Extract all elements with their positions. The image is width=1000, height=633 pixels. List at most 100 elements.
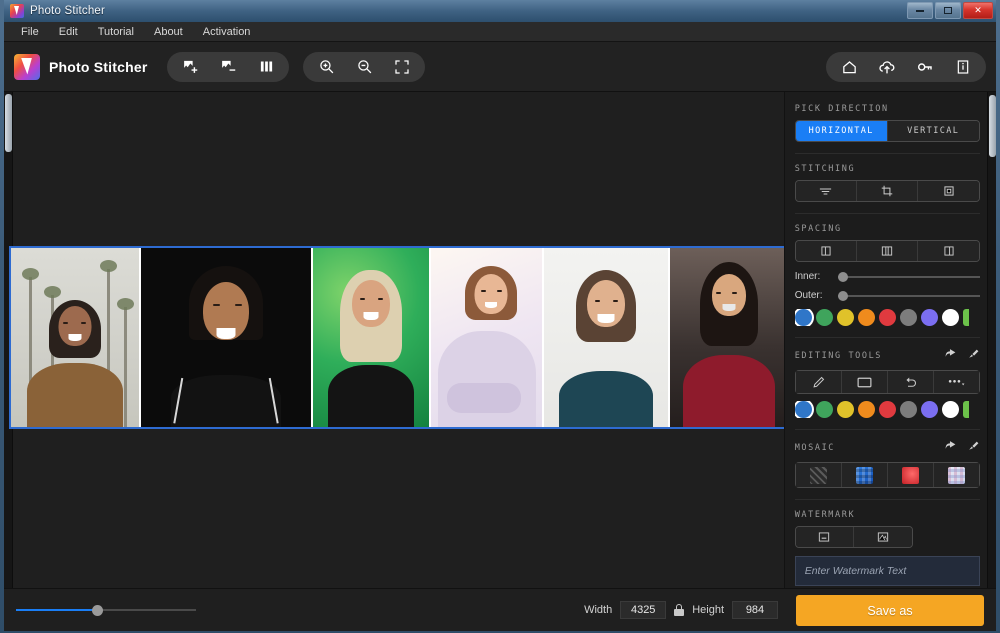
more-options-icon[interactable]	[933, 371, 979, 393]
clear-brush-icon[interactable]	[967, 348, 980, 364]
canvas-area[interactable]	[4, 92, 788, 588]
color-swatch[interactable]	[815, 401, 833, 418]
outer-spacing-slider[interactable]	[837, 290, 980, 301]
red-blur-icon[interactable]	[887, 463, 934, 487]
undo-tool-icon[interactable]	[887, 371, 934, 393]
color-swatch[interactable]	[878, 401, 896, 418]
color-swatch[interactable]	[857, 401, 875, 418]
rectangle-tool-icon[interactable]	[841, 371, 888, 393]
menu-tutorial[interactable]: Tutorial	[89, 24, 143, 40]
spacing-label: SPACING	[795, 224, 980, 234]
menu-file[interactable]: File	[12, 24, 48, 40]
list-item[interactable]	[311, 248, 429, 427]
cloud-upload-icon[interactable]	[868, 54, 906, 80]
divider	[794, 337, 980, 338]
list-item[interactable]	[542, 248, 668, 427]
color-swatch[interactable]	[794, 401, 812, 418]
undo-arrow-icon[interactable]	[944, 440, 957, 456]
add-image-icon[interactable]	[171, 54, 209, 80]
menu-about[interactable]: About	[145, 24, 192, 40]
color-swatch[interactable]	[815, 309, 833, 326]
zoom-out-icon[interactable]	[345, 54, 383, 80]
remove-image-icon[interactable]	[209, 54, 247, 80]
pen-tool-icon[interactable]	[795, 371, 842, 393]
width-value[interactable]: 4325	[620, 601, 667, 619]
color-swatch[interactable]	[941, 309, 959, 326]
color-swatch[interactable]	[920, 309, 938, 326]
fit-screen-icon[interactable]	[383, 54, 421, 80]
watermark-text-input[interactable]	[794, 556, 980, 586]
pick-direction-segmented: HORIZONTAL VERTICAL	[794, 120, 980, 142]
watermark-image-icon[interactable]	[854, 527, 912, 547]
color-swatch[interactable]	[962, 401, 969, 418]
direction-horizontal-button[interactable]: HORIZONTAL	[795, 121, 888, 141]
clear-brush-icon[interactable]	[967, 440, 980, 456]
brand: Photo Stitcher	[14, 53, 147, 80]
watermark-text-icon[interactable]	[795, 527, 855, 547]
divider	[794, 499, 980, 500]
color-swatch[interactable]	[857, 309, 875, 326]
document-info-icon[interactable]	[944, 54, 982, 80]
spacing-center-icon[interactable]	[857, 241, 919, 261]
list-item[interactable]	[429, 248, 542, 427]
lock-icon[interactable]	[674, 604, 685, 616]
panel-vertical-scrollbar[interactable]	[987, 92, 996, 588]
color-swatch[interactable]	[836, 309, 854, 326]
key-icon[interactable]	[906, 54, 944, 80]
list-item[interactable]	[668, 248, 788, 427]
zoom-slider[interactable]	[16, 603, 196, 617]
color-swatch[interactable]	[941, 401, 959, 418]
crop-frame-icon[interactable]	[857, 181, 919, 201]
expand-frame-icon[interactable]	[918, 181, 979, 201]
save-as-button[interactable]: Save as	[796, 595, 984, 626]
spacing-right-icon[interactable]	[918, 241, 979, 261]
menu-edit[interactable]: Edit	[50, 24, 87, 40]
grid-view-icon[interactable]	[247, 54, 285, 80]
light-pixelate-icon[interactable]	[933, 463, 979, 487]
scrollbar-thumb[interactable]	[989, 95, 996, 157]
mosaic-options	[794, 462, 980, 488]
list-item[interactable]	[139, 248, 311, 427]
color-swatch[interactable]	[920, 401, 938, 418]
editing-tools-options	[794, 370, 980, 394]
direction-vertical-button[interactable]: VERTICAL	[887, 121, 979, 141]
color-swatch[interactable]	[899, 401, 917, 418]
scrollbar-thumb[interactable]	[5, 94, 12, 152]
color-swatch[interactable]	[899, 309, 917, 326]
color-swatch[interactable]	[878, 309, 896, 326]
spacing-left-icon[interactable]	[795, 241, 858, 261]
color-swatch[interactable]	[836, 401, 854, 418]
width-label: Width	[584, 604, 613, 616]
section-title: EDITING TOOLS	[794, 351, 883, 361]
home-icon[interactable]	[830, 54, 868, 80]
slider-knob[interactable]	[92, 605, 103, 616]
section-title: WATERMARK	[794, 510, 856, 520]
inner-spacing-slider[interactable]	[837, 271, 980, 282]
height-value[interactable]: 984	[732, 601, 778, 619]
maximize-button[interactable]	[935, 2, 961, 19]
stitched-image-strip[interactable]	[9, 246, 788, 429]
menu-activation[interactable]: Activation	[194, 24, 260, 40]
stitching-options	[794, 180, 980, 202]
hatch-pattern-icon[interactable]	[795, 463, 842, 487]
window-controls: ✕	[907, 2, 993, 19]
list-item[interactable]	[11, 248, 139, 427]
minimize-button[interactable]	[907, 2, 933, 19]
align-lines-icon[interactable]	[795, 181, 858, 201]
watermark-options	[794, 526, 913, 548]
account-tools-group	[826, 52, 986, 82]
color-swatch[interactable]	[962, 309, 969, 326]
slider-knob[interactable]	[837, 290, 848, 301]
undo-arrow-icon[interactable]	[944, 348, 957, 364]
status-bar: Width 4325 Height 984 Save as	[4, 588, 996, 631]
close-button[interactable]: ✕	[963, 2, 993, 19]
editing-color-swatches	[794, 401, 980, 418]
window-title: Photo Stitcher	[30, 5, 106, 17]
zoom-in-icon[interactable]	[307, 54, 345, 80]
blue-pixelate-icon[interactable]	[841, 463, 888, 487]
color-swatch[interactable]	[794, 309, 812, 326]
slider-knob[interactable]	[837, 271, 848, 282]
brand-logo-icon	[14, 53, 40, 80]
spacing-options	[794, 240, 980, 262]
settings-panel: PICK DIRECTION HORIZONTAL VERTICAL STITC…	[783, 92, 996, 588]
